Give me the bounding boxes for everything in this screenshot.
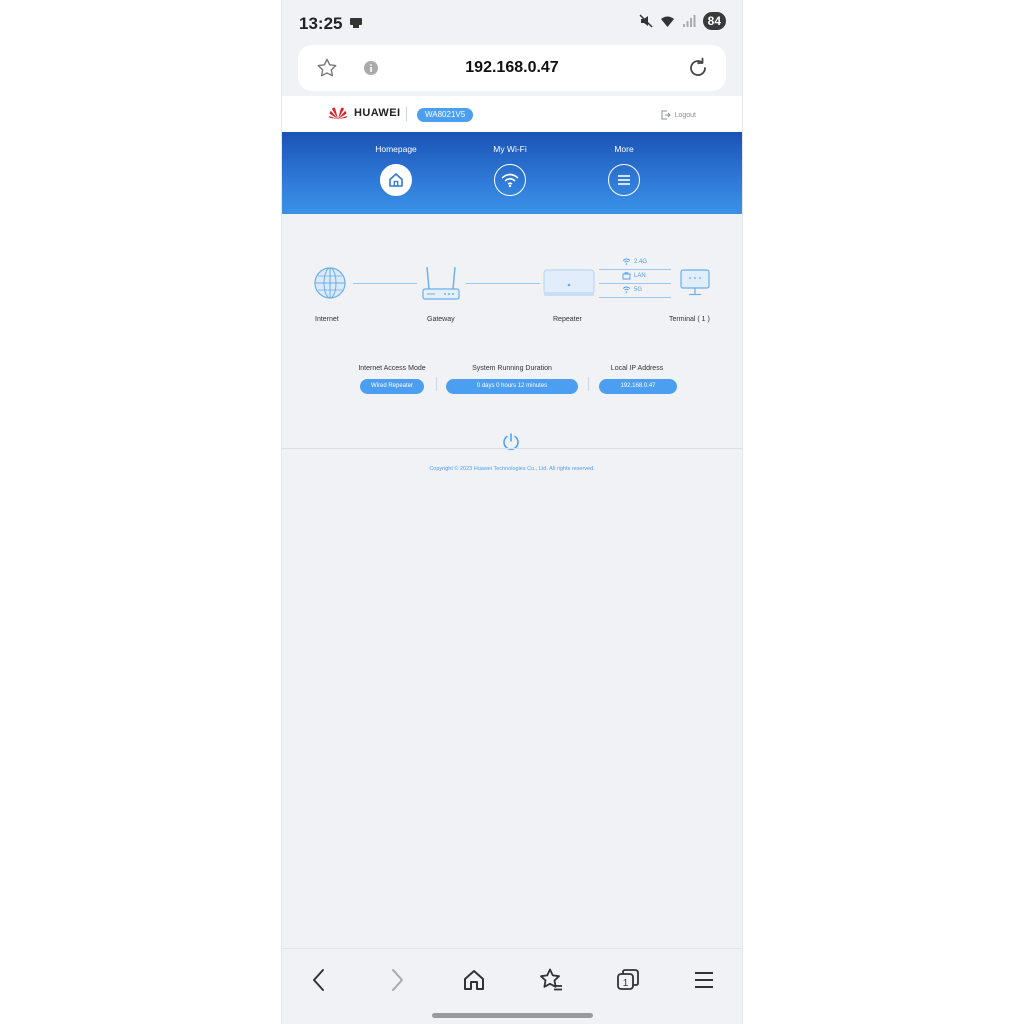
tab-more-label: More [614,144,634,154]
huawei-logo-icon [329,107,347,119]
internet-globe-icon[interactable] [313,266,347,300]
back-icon[interactable] [308,967,330,993]
link-band-5g [599,297,671,298]
duration-title: System Running Duration [472,365,552,372]
home-indicator[interactable] [432,1013,593,1018]
link-band-lan [599,283,671,284]
internet-label: Internet [315,316,339,323]
tab-more[interactable]: More [584,144,664,196]
power-icon[interactable] [501,432,521,452]
band-2g-label: 2.4G [634,258,648,265]
ethernet-icon [350,18,362,28]
band-2g: 2.4G [622,258,647,265]
logout-button[interactable]: Logout [661,110,696,120]
address-bar[interactable]: 192.168.0.47 [298,45,726,91]
tab-my-wifi-label: My Wi-Fi [493,144,527,154]
terminal-monitor-icon[interactable] [680,269,710,297]
home-nav-icon[interactable] [461,967,487,993]
bookmarks-icon[interactable] [538,967,564,993]
repeater-device-icon[interactable] [543,268,595,298]
footer-divider [282,448,742,449]
repeater-label: Repeater [553,316,582,323]
brand-divider [406,107,407,121]
band-lan-label: LAN [634,273,646,279]
logout-icon [661,110,671,120]
tab-homepage[interactable]: Homepage [356,144,436,196]
gateway-router-icon[interactable] [421,265,461,301]
copyright-text: Copyright © 2023 Huawei Technologies Co.… [429,466,595,472]
model-badge: WA8021V5 [417,108,474,122]
signal-icon [682,14,696,27]
url-text[interactable]: 192.168.0.47 [298,59,726,77]
tabs-icon[interactable]: 1 [615,967,641,993]
wifi-status-icon [660,16,674,27]
wifi-icon [494,164,526,196]
access-mode-value: Wired Repeater [360,379,424,394]
tab-homepage-label: Homepage [375,144,417,154]
duration-value: 0 days 0 hours 12 minutes [446,379,578,394]
wifi-small-icon [622,286,631,293]
band-5g-label: 5G [634,286,643,293]
reload-icon[interactable] [686,56,710,80]
ip-title: Local IP Address [610,365,664,372]
svg-text:1: 1 [623,978,629,989]
menu-hamburger-icon[interactable] [692,967,716,993]
access-mode-title: Internet Access Mode [358,365,426,372]
mute-icon [639,14,653,28]
menu-icon [608,164,640,196]
ip-value: 192.168.0.47 [599,379,677,394]
status-bar: 13:25 84 [282,0,742,44]
terminal-label: Terminal ( 1 ) [669,316,710,323]
battery-level: 84 [702,12,726,30]
tab-my-wifi[interactable]: My Wi-Fi [470,144,550,196]
band-lan: LAN [622,272,646,280]
status-icons: 84 [639,12,726,30]
lan-port-icon [622,272,631,280]
gateway-label: Gateway [427,316,455,323]
forward-icon[interactable] [386,967,408,993]
band-5g: 5G [622,286,642,293]
wifi-small-icon [622,258,631,265]
brand: HUAWEI [328,106,400,120]
phone-screen: 13:25 84 192.168.0.47 HUAWEI WA8021V5 Lo… [281,0,743,1024]
info-divider [436,377,437,391]
home-icon [380,164,412,196]
link-internet-gateway [353,283,417,284]
link-gateway-repeater [466,283,540,284]
brand-name: HUAWEI [354,107,401,119]
nav-banner: Homepage My Wi-Fi More [282,132,742,214]
link-band-2g [599,269,671,270]
status-time: 13:25 [299,14,343,33]
logout-label: Logout [674,111,696,119]
router-header: HUAWEI WA8021V5 Logout [282,96,742,132]
info-divider [588,377,589,391]
